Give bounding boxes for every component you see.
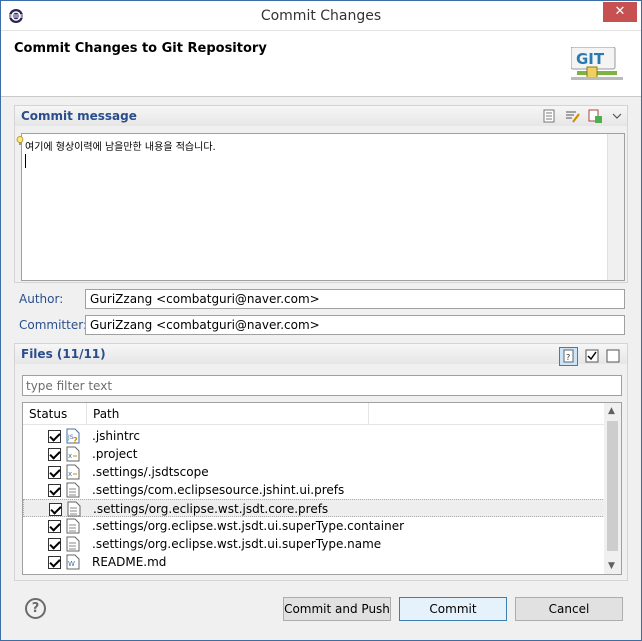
table-row[interactable]: .settings/com.eclipsesource.jshint.ui.pr… xyxy=(23,481,605,499)
markdown-file-icon: W xyxy=(66,554,80,570)
help-icon[interactable]: ? xyxy=(25,598,46,619)
file-path: .project xyxy=(92,447,138,461)
previous-message-icon[interactable] xyxy=(541,108,557,124)
commit-message-header: Commit message xyxy=(15,106,627,126)
text-caret xyxy=(25,154,26,168)
title-bar: Commit Changes ✕ xyxy=(1,1,641,31)
xml-file-icon: x xyxy=(66,464,80,480)
files-header: Files (11/11) ? xyxy=(15,344,627,366)
file-path: .settings/org.eclipse.wst.jsdt.core.pref… xyxy=(93,502,329,516)
file-checkbox[interactable] xyxy=(48,520,61,533)
commit-message-title: Commit message xyxy=(21,109,137,123)
status-column-header[interactable]: Status xyxy=(23,403,87,425)
table-row[interactable]: x .project xyxy=(23,445,605,463)
committer-field[interactable]: GuriZzang <combatguri@naver.com> xyxy=(85,315,625,335)
author-label: Author: xyxy=(19,292,64,306)
svg-text:?: ? xyxy=(73,436,78,444)
window-title: Commit Changes xyxy=(260,8,382,24)
svg-text:x: x xyxy=(68,452,72,460)
deselect-all-icon[interactable] xyxy=(605,348,621,364)
svg-text:x: x xyxy=(68,470,72,478)
commit-and-push-button[interactable]: Commit and Push xyxy=(283,597,391,621)
file-path: .settings/org.eclipse.wst.jsdt.ui.superT… xyxy=(92,537,382,551)
commit-message-scrollbar[interactable] xyxy=(607,134,624,280)
cancel-button[interactable]: Cancel xyxy=(515,597,623,621)
table-row[interactable]: .settings/org.eclipse.wst.jsdt.ui.superT… xyxy=(23,535,605,553)
file-checkbox[interactable] xyxy=(48,484,61,497)
git-logo-text: GIT xyxy=(576,50,605,68)
file-checkbox[interactable] xyxy=(48,538,61,551)
commit-message-input[interactable]: 여기에 형상이력에 남을만한 내용을 적습니다. xyxy=(21,133,625,281)
file-path: README.md xyxy=(92,555,167,569)
svg-text:W: W xyxy=(68,560,75,568)
file-path: .jshintrc xyxy=(92,429,140,443)
commit-message-text: 여기에 형상이력에 남을만한 내용을 적습니다. xyxy=(25,142,216,153)
change-id-icon[interactable] xyxy=(587,108,603,124)
commit-message-section: Commit message 여기에 형상이력에 남을만한 내용을 적습니다. xyxy=(14,105,628,283)
table-row[interactable]: JS ? .jshintrc xyxy=(23,427,605,445)
table-row[interactable]: x .settings/.jsdtscope xyxy=(23,463,605,481)
files-table: Status Path JS ? .jshintrc x .project x … xyxy=(22,402,622,575)
file-checkbox[interactable] xyxy=(48,448,61,461)
menu-chevron-down-icon[interactable] xyxy=(609,108,625,124)
untracked-file-icon: JS ? xyxy=(66,428,80,444)
text-file-icon xyxy=(66,518,80,534)
file-filter-input[interactable]: type filter text xyxy=(22,375,622,396)
text-file-icon xyxy=(67,501,81,517)
scroll-up-arrow-icon[interactable]: ▲ xyxy=(608,406,615,416)
file-checkbox[interactable] xyxy=(48,466,61,479)
commit-dialog: Commit Changes ✕ Commit Changes to Git R… xyxy=(0,0,642,641)
svg-text:?: ? xyxy=(566,353,570,362)
committer-label: Committer: xyxy=(19,318,87,332)
table-row[interactable]: W README.md xyxy=(23,553,605,571)
page-title: Commit Changes to Git Repository xyxy=(14,41,267,56)
file-path: .settings/.jsdtscope xyxy=(92,465,209,479)
files-table-scrollbar[interactable]: ▲ ▼ xyxy=(604,403,621,574)
scroll-thumb[interactable] xyxy=(607,421,618,551)
text-file-icon xyxy=(66,536,80,552)
file-path: .settings/org.eclipse.wst.jsdt.ui.superT… xyxy=(92,519,405,533)
file-checkbox[interactable] xyxy=(48,430,61,443)
commit-button[interactable]: Commit xyxy=(399,597,507,621)
show-untracked-icon[interactable]: ? xyxy=(559,347,578,366)
file-path: .settings/com.eclipsesource.jshint.ui.pr… xyxy=(92,483,345,497)
signed-off-icon[interactable] xyxy=(564,108,580,124)
table-row[interactable]: .settings/org.eclipse.wst.jsdt.ui.superT… xyxy=(23,517,605,535)
author-field[interactable]: GuriZzang <combatguri@naver.com> xyxy=(85,289,625,309)
close-button[interactable]: ✕ xyxy=(603,2,637,22)
table-row[interactable]: .settings/org.eclipse.wst.jsdt.core.pref… xyxy=(23,499,605,517)
file-checkbox[interactable] xyxy=(49,503,62,516)
scroll-down-arrow-icon[interactable]: ▼ xyxy=(608,561,615,571)
dialog-header: Commit Changes to Git Repository GIT xyxy=(1,31,641,97)
xml-file-icon: x xyxy=(66,446,80,462)
content-assist-bulb-icon xyxy=(16,136,24,145)
file-checkbox[interactable] xyxy=(48,556,61,569)
text-file-icon xyxy=(66,482,80,498)
files-title: Files (11/11) xyxy=(21,347,106,361)
path-column-header[interactable]: Path xyxy=(87,403,369,425)
select-all-icon[interactable] xyxy=(584,348,600,364)
files-table-rows: JS ? .jshintrc x .project x .settings/.j… xyxy=(23,427,605,571)
close-icon: ✕ xyxy=(614,4,626,19)
files-table-header: Status Path xyxy=(23,403,605,425)
git-logo-icon: GIT xyxy=(571,47,623,80)
